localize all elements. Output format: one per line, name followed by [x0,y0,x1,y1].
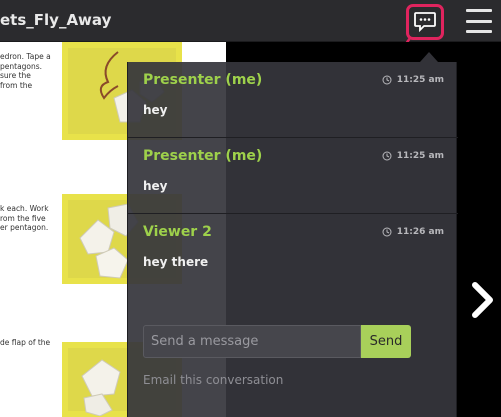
chat-message: Viewer 2 11:26 am hey there [128,214,458,290]
send-button[interactable]: Send [361,325,411,358]
next-page-arrow-icon[interactable] [468,280,498,320]
hamburger-menu-button[interactable] [466,9,492,33]
message-sender: Viewer 2 [143,224,212,240]
menu-bar [466,19,492,23]
clock-icon [382,75,392,85]
clock-icon [382,151,392,161]
message-sender: Presenter (me) [143,148,263,164]
message-sender: Presenter (me) [143,72,263,88]
email-conversation-link[interactable]: Email this conversation [143,373,283,387]
message-timestamp: 11:25 am [382,151,444,161]
document-text-block: de flap of the [0,338,51,347]
message-text: hey [143,103,168,117]
menu-bar [466,30,492,33]
menu-bar [466,9,492,12]
message-timestamp: 11:26 am [382,227,444,237]
message-input[interactable] [143,325,361,358]
chat-panel-pointer [420,52,438,62]
document-title: ets_Fly_Away [0,11,112,29]
chat-message: Presenter (me) 11:25 am hey [128,138,458,214]
message-text: hey [143,179,168,193]
message-text: hey there [143,255,209,269]
document-text-block: edron. Tape a pentagons. sure the from t… [0,52,51,90]
message-timestamp: 11:25 am [382,75,444,85]
top-bar: ets_Fly_Away [0,0,501,42]
clock-icon [382,227,392,237]
chat-message: Presenter (me) 11:25 am hey [128,62,458,138]
chat-panel: Presenter (me) 11:25 am hey Presenter (m… [127,62,458,417]
document-text-block: k each. Work rom the five er pentagon. [0,204,49,233]
